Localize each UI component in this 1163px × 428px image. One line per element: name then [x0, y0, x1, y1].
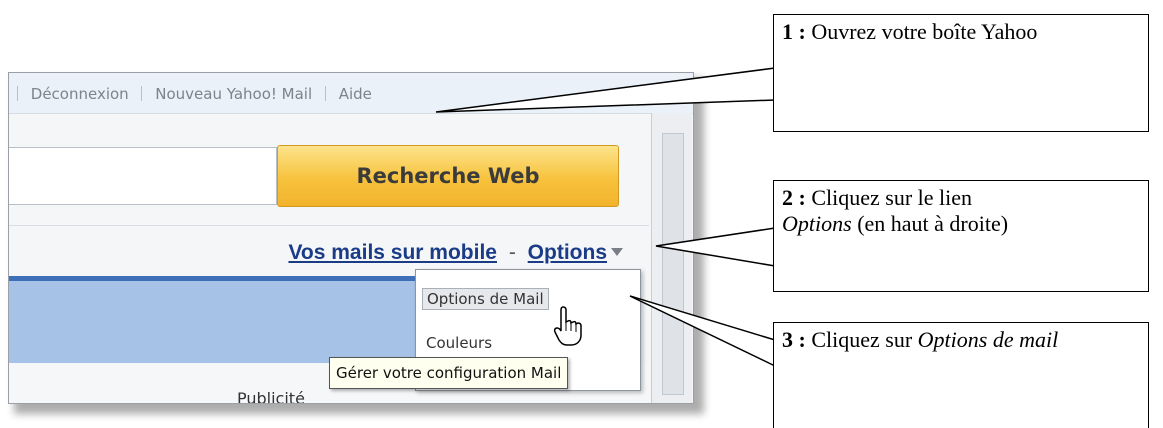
callout-1-text: Ouvrez votre boîte Yahoo	[811, 19, 1038, 44]
link-separator	[17, 86, 18, 101]
callout-2-number: 2 :	[782, 185, 806, 210]
callout-2-text: Cliquez sur le lien	[811, 185, 973, 210]
callout-step-2: 2 : Cliquez sur le lien Options (en haut…	[773, 180, 1149, 292]
scrollbar-thumb[interactable]	[662, 133, 684, 395]
callout-step-1: 1 : Ouvrez votre boîte Yahoo	[773, 14, 1149, 132]
new-yahoo-mail-link[interactable]: Nouveau Yahoo! Mail	[155, 85, 312, 103]
menu-item-mail-options[interactable]: Options de Mail	[422, 288, 549, 310]
header-links-row: Vos mails sur mobile - Options	[288, 241, 623, 265]
link-separator	[324, 86, 326, 101]
callout-3-number: 3 :	[782, 327, 806, 352]
tooltip: Gérer votre configuration Mail	[329, 357, 569, 389]
web-search-button[interactable]: Recherche Web	[277, 145, 619, 207]
callout-2-emphasis: Options	[782, 211, 852, 236]
top-nav-bar: Déconnexion Nouveau Yahoo! Mail Aide	[9, 73, 693, 114]
link-separator	[141, 86, 143, 101]
callout-1-number: 1 :	[782, 19, 806, 44]
top-links: Déconnexion Nouveau Yahoo! Mail Aide	[9, 85, 372, 103]
divider	[9, 225, 649, 226]
logout-link[interactable]: Déconnexion	[31, 85, 129, 103]
hand-cursor-icon	[553, 306, 582, 346]
options-link[interactable]: Options	[528, 241, 607, 264]
callout-3-emphasis: Options de mail	[917, 327, 1059, 352]
mobile-mail-link[interactable]: Vos mails sur mobile	[288, 241, 497, 264]
screenshot-frame: Déconnexion Nouveau Yahoo! Mail Aide Rec…	[8, 72, 694, 404]
yahoo-mail-screenshot: Déconnexion Nouveau Yahoo! Mail Aide Rec…	[8, 72, 700, 410]
link-dash: -	[508, 241, 516, 264]
callout-2-text-post: (en haut à droite)	[857, 211, 1009, 236]
menu-item-colors[interactable]: Couleurs	[426, 334, 492, 352]
callout-step-3: 3 : Cliquez sur Options de mail	[773, 322, 1149, 428]
advert-label: Publicité	[237, 389, 305, 404]
chevron-down-icon[interactable]	[611, 248, 623, 256]
vertical-scrollbar[interactable]	[651, 113, 692, 403]
help-link[interactable]: Aide	[339, 85, 372, 103]
search-input[interactable]	[9, 147, 277, 205]
callout-3-text: Cliquez sur	[811, 327, 913, 352]
